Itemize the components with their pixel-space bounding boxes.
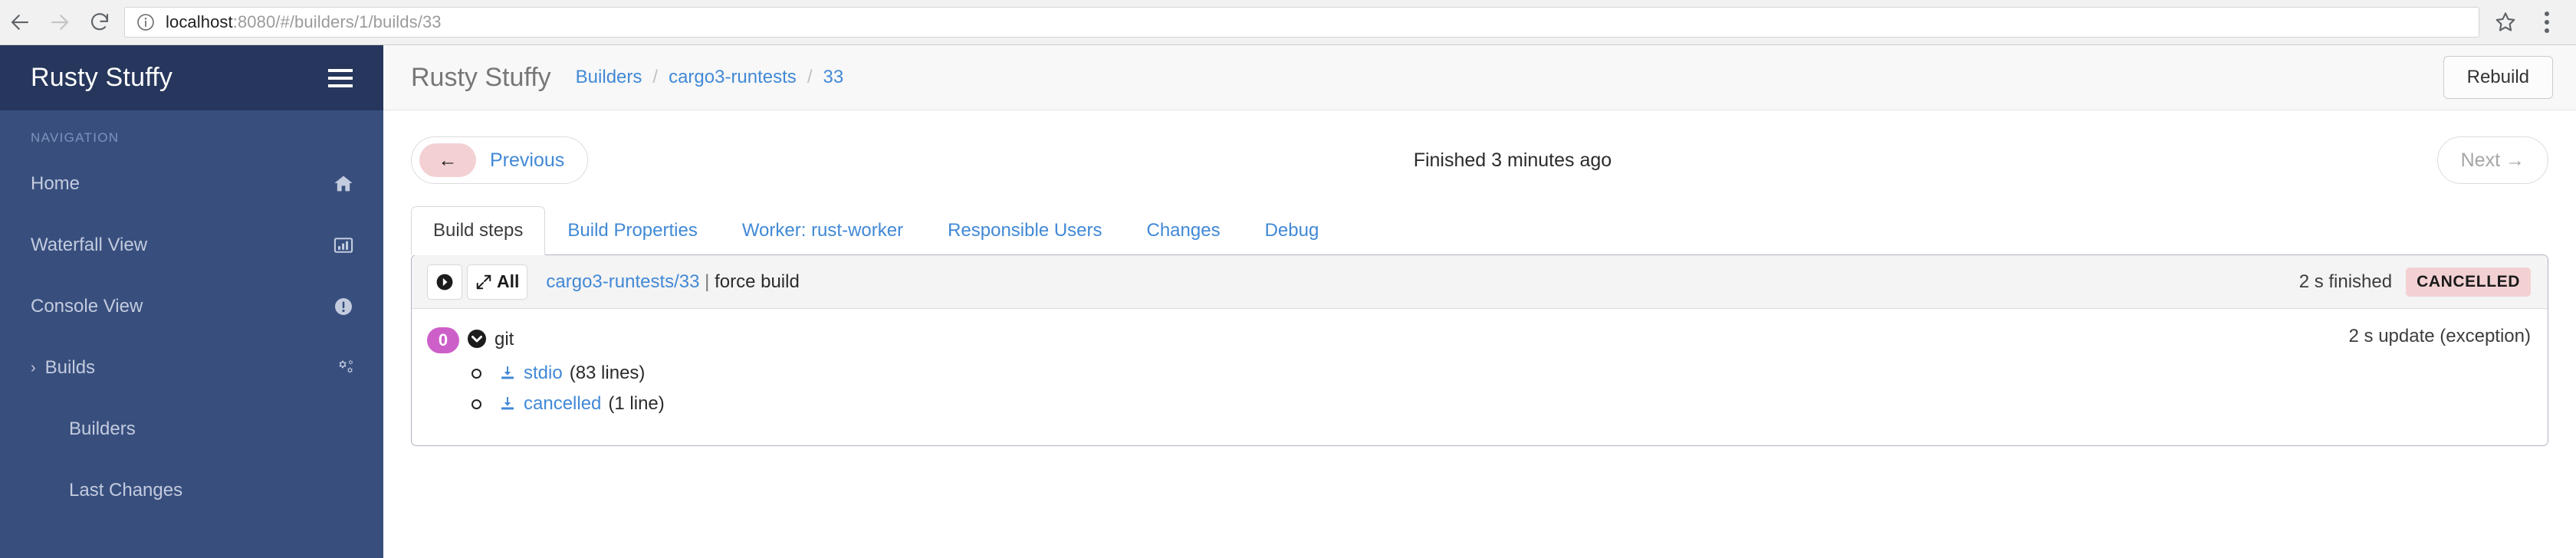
build-step-row: 0 git 2 s update (exception)	[427, 326, 2531, 353]
build-step-left: 0 git	[427, 326, 514, 353]
info-circle-icon[interactable]	[136, 12, 156, 32]
build-steps-panel: All cargo3-runtests/33 | force build 2 s…	[411, 254, 2548, 446]
build-navigation-row: ← Previous Finished 3 minutes ago Next →	[411, 135, 2548, 185]
build-content: ← Previous Finished 3 minutes ago Next →…	[383, 110, 2576, 446]
sidebar-item-label: Builders	[69, 419, 136, 439]
log-item: stdio (83 lines)	[472, 363, 2531, 384]
sidebar-item-last-changes[interactable]: Last Changes	[0, 460, 383, 521]
sidebar-item-builds[interactable]: › Builds	[0, 337, 383, 399]
step-name: git	[495, 329, 514, 350]
build-summary-link[interactable]: cargo3-runtests/33	[546, 271, 699, 292]
url-path: :8080/#/builders/1/builds/33	[232, 12, 442, 31]
chevron-down-circle-icon[interactable]	[465, 327, 488, 350]
url-host: localhost	[166, 12, 233, 31]
play-circle-icon	[436, 274, 453, 290]
breadcrumb: Builders / cargo3-runtests / 33	[576, 67, 844, 88]
back-arrow-icon	[11, 15, 29, 30]
breadcrumb-item-build-number[interactable]: 33	[823, 67, 843, 88]
sidebar-item-label: Console View	[31, 296, 143, 317]
chevron-right-icon: ›	[31, 359, 36, 376]
step-number-badge: 0	[427, 327, 459, 353]
build-summary-reason: force build	[715, 271, 800, 292]
three-dot-menu-icon	[2545, 28, 2549, 33]
next-build-button[interactable]: Next →	[2436, 136, 2548, 184]
sidebar-item-label: Builds	[44, 357, 96, 378]
build-duration: 2 s finished	[2298, 271, 2393, 292]
address-bar-text: localhost:8080/#/builders/1/builds/33	[166, 12, 442, 32]
sidebar-item-home[interactable]: Home	[0, 153, 383, 215]
previous-build-button[interactable]: ← Previous	[411, 136, 589, 184]
log-line-count: (83 lines)	[569, 363, 646, 383]
tab-changes[interactable]: Changes	[1125, 206, 1243, 254]
home-icon	[333, 173, 354, 195]
sidebar-item-label: Last Changes	[69, 480, 183, 501]
download-icon[interactable]	[498, 395, 517, 413]
breadcrumb-separator: /	[807, 67, 813, 87]
previous-build-label: Previous	[490, 149, 565, 171]
build-step-body: 0 git 2 s update (exception) stdio (83 l…	[412, 309, 2548, 445]
breadcrumb-item-builders[interactable]: Builders	[576, 67, 642, 88]
download-icon[interactable]	[498, 364, 517, 382]
tab-debug[interactable]: Debug	[1243, 206, 1342, 254]
page-header-left: Rusty Stuffy Builders / cargo3-runtests …	[411, 63, 843, 93]
step-duration: 2 s update (exception)	[2348, 326, 2531, 346]
gears-icon	[331, 357, 354, 379]
tab-build-properties[interactable]: Build Properties	[545, 206, 719, 254]
sidebar-header: Rusty Stuffy	[0, 45, 383, 110]
log-link-cancelled[interactable]: cancelled	[524, 393, 601, 415]
tab-worker[interactable]: Worker: rust-worker	[720, 206, 925, 254]
build-summary-separator: |	[705, 271, 710, 292]
build-summary-row: All cargo3-runtests/33 | force build 2 s…	[412, 255, 2548, 309]
breadcrumb-item-builder-name[interactable]: cargo3-runtests	[669, 67, 797, 88]
back-button[interactable]	[0, 2, 40, 42]
play-toggle-button[interactable]	[427, 264, 462, 300]
address-bar[interactable]: localhost:8080/#/builders/1/builds/33	[124, 7, 2479, 38]
sidebar-item-label: Home	[31, 173, 80, 194]
build-tabs: Build steps Build Properties Worker: rus…	[411, 205, 2548, 255]
step-log-list: stdio (83 lines) cancelled (1 line)	[472, 363, 2531, 415]
sidebar-item-builders[interactable]: Builders	[0, 399, 383, 460]
log-item: cancelled (1 line)	[472, 393, 2531, 415]
build-summary-right: 2 s finished CANCELLED	[2298, 267, 2531, 297]
main-content: Rusty Stuffy Builders / cargo3-runtests …	[383, 45, 2576, 558]
three-dot-menu-icon	[2545, 11, 2549, 16]
bar-chart-icon	[333, 235, 354, 256]
list-bullet-icon	[472, 368, 481, 379]
sidebar-item-label: Waterfall View	[31, 235, 148, 255]
tab-responsible-users[interactable]: Responsible Users	[925, 206, 1124, 254]
forward-button[interactable]	[40, 2, 80, 42]
forward-arrow-icon	[51, 15, 69, 30]
bookmark-button[interactable]	[2486, 2, 2525, 42]
expand-all-button[interactable]: All	[467, 264, 528, 300]
browser-menu-button[interactable]	[2530, 2, 2564, 42]
reload-icon	[90, 13, 109, 31]
list-bullet-icon	[472, 399, 481, 409]
sidebar: Rusty Stuffy NAVIGATION Home Waterfall V…	[0, 45, 383, 558]
log-line-count: (1 line)	[608, 393, 665, 414]
build-summary-text: cargo3-runtests/33 | force build	[546, 271, 799, 293]
exclamation-circle-icon	[333, 296, 354, 317]
star-icon	[2496, 12, 2515, 31]
expand-arrows-icon	[476, 274, 491, 289]
build-summary-left: All cargo3-runtests/33 | force build	[427, 264, 800, 300]
left-arrow-icon: ←	[419, 143, 476, 177]
log-link-stdio[interactable]: stdio	[524, 363, 563, 384]
rebuild-button[interactable]: Rebuild	[2443, 56, 2553, 99]
page-header: Rusty Stuffy Builders / cargo3-runtests …	[383, 45, 2576, 110]
page-title: Rusty Stuffy	[411, 62, 551, 92]
sidebar-item-console-view[interactable]: Console View	[0, 276, 383, 337]
status-badge: CANCELLED	[2406, 267, 2531, 297]
sidebar-brand-title: Rusty Stuffy	[31, 63, 173, 92]
sidebar-section-label: NAVIGATION	[31, 130, 120, 145]
three-dot-menu-icon	[2545, 20, 2549, 25]
hamburger-icon[interactable]	[328, 68, 353, 87]
breadcrumb-separator: /	[652, 67, 659, 87]
build-status-text: Finished 3 minutes ago	[1413, 149, 1612, 171]
tab-build-steps[interactable]: Build steps	[411, 206, 546, 255]
browser-toolbar: localhost:8080/#/builders/1/builds/33	[0, 0, 2576, 45]
expand-all-label: All	[497, 271, 520, 291]
reload-button[interactable]	[80, 2, 120, 42]
sidebar-item-waterfall-view[interactable]: Waterfall View	[0, 215, 383, 276]
